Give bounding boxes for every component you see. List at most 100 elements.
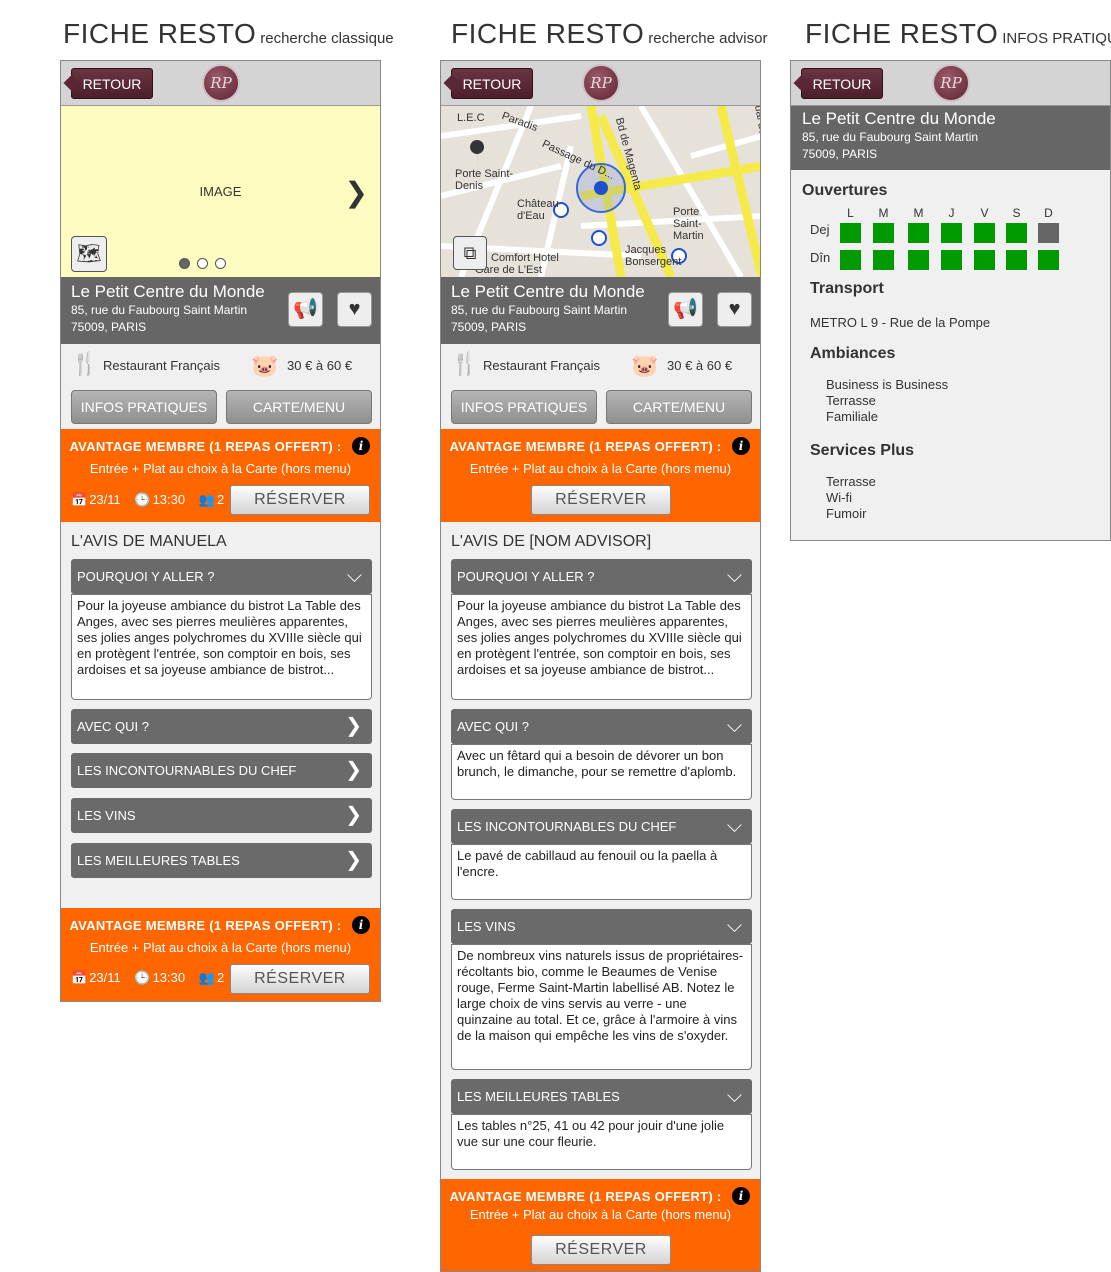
carte-menu-button[interactable]: CARTE/MENU: [606, 390, 752, 424]
booking-date[interactable]: 23/11: [89, 970, 121, 985]
resto-address-street: 85, rue du Faubourg Saint Martin: [71, 303, 248, 317]
accordion-label: POURQUOI Y ALLER ?: [457, 569, 595, 584]
open-day-indicator: [908, 223, 929, 243]
price-range: 30 € à 60 €: [287, 358, 353, 373]
screen-title-infos: FICHE RESTOINFOS PRATIQUES: [805, 18, 1111, 50]
accordion-label: LES INCONTOURNABLES DU CHEF: [457, 819, 677, 834]
reserver-button[interactable]: RÉSERVER: [230, 485, 370, 515]
open-day-indicator: [941, 250, 962, 270]
booking-time[interactable]: 13:30: [153, 492, 186, 507]
accordion-avec-qui[interactable]: AVEC QUI ? ⌵: [451, 709, 752, 744]
info-icon[interactable]: i: [352, 437, 370, 455]
service-item: Terrasse: [826, 474, 876, 489]
day-label: M: [878, 206, 889, 220]
open-day-indicator: [941, 223, 962, 243]
megaphone-icon[interactable]: 📢: [288, 292, 323, 327]
accordion-body: Pour la joyeuse ambiance du bistrot La T…: [71, 594, 372, 700]
booking-time[interactable]: 13:30: [153, 970, 186, 985]
accordion-meilleures-tables[interactable]: LES MEILLEURES TABLES ⌵: [451, 1079, 752, 1114]
resto-header: Le Petit Centre du Monde 85, rue du Faub…: [441, 277, 760, 344]
resto-header: Le Petit Centre du Monde 85, rue du Faub…: [61, 277, 380, 344]
map-view[interactable]: L.E.C Porte Saint-Denis Passage du D... …: [441, 106, 760, 277]
chevron-right-icon: ❯: [345, 849, 362, 871]
info-icon[interactable]: i: [732, 437, 750, 455]
retour-button[interactable]: RETOUR: [801, 68, 883, 99]
chevron-down-icon: ⌵: [726, 565, 742, 587]
infos-pratiques-button[interactable]: INFOS PRATIQUES: [451, 390, 597, 424]
screen-title-advisor: FICHE RESTO recherche advisor: [451, 18, 767, 50]
title-main: FICHE RESTO: [805, 18, 999, 49]
chevron-down-icon: ⌵: [346, 565, 362, 587]
accordion-avec-qui[interactable]: AVEC QUI ? ❯: [71, 709, 372, 744]
resto-address-city: 75009, PARIS: [71, 320, 147, 334]
day-label: S: [1012, 206, 1021, 220]
top-bar: RETOUR RP: [61, 61, 380, 106]
accordion-body: Les tables n°25, 41 ou 42 pour jouir d'u…: [451, 1114, 752, 1170]
reserver-button[interactable]: RÉSERVER: [531, 485, 671, 515]
carousel-dot[interactable]: [179, 258, 190, 269]
day-label: J: [948, 206, 955, 220]
accordion-body: Le pavé de cabillaud au fenouil ou la pa…: [451, 844, 752, 900]
open-day-indicator: [1038, 250, 1059, 270]
clock-icon: 🕒: [134, 492, 151, 507]
avantage-description: Entrée + Plat au choix à la Carte (hors …: [469, 461, 732, 476]
carte-menu-button[interactable]: CARTE/MENU: [226, 390, 372, 424]
accordion-vins[interactable]: LES VINS ❯: [71, 798, 372, 833]
reserver-button[interactable]: RÉSERVER: [230, 964, 370, 994]
section-ouvertures: Ouvertures: [802, 182, 888, 199]
reserver-button[interactable]: RÉSERVER: [531, 1235, 671, 1265]
avantage-membre-block-bottom: AVANTAGE MEMBRE (1 REPAS OFFERT) : i Ent…: [61, 908, 380, 1001]
avantage-title: AVANTAGE MEMBRE (1 REPAS OFFERT) :: [449, 1189, 722, 1204]
avantage-title: AVANTAGE MEMBRE (1 REPAS OFFERT) :: [449, 439, 722, 454]
clock-icon: 🕒: [134, 970, 151, 985]
chevron-right-icon: ❯: [345, 759, 362, 781]
accordion-incontournables[interactable]: LES INCONTOURNABLES DU CHEF ⌵: [451, 809, 752, 844]
retour-button[interactable]: RETOUR: [451, 68, 533, 99]
retour-button[interactable]: RETOUR: [71, 68, 153, 99]
avantage-membre-block-bottom: AVANTAGE MEMBRE (1 REPAS OFFERT) : i Ent…: [441, 1179, 760, 1271]
cutlery-icon: 🍴: [71, 351, 99, 376]
people-icon: 👥: [198, 492, 215, 507]
accordion-label: LES VINS: [77, 808, 136, 823]
map-label: Château d'Eau: [517, 198, 559, 222]
calendar-icon: 📅: [71, 492, 88, 507]
piggy-bank-icon: 🐷: [251, 353, 279, 378]
resto-info-row: 🍴 Restaurant Français 🐷 30 € à 60 €: [441, 344, 760, 389]
avantage-membre-block: AVANTAGE MEMBRE (1 REPAS OFFERT) : i Ent…: [441, 429, 760, 522]
day-label: L: [847, 206, 854, 220]
map-book-icon[interactable]: 🗺: [71, 236, 107, 272]
resto-address-street: 85, rue du Faubourg Saint Martin: [451, 303, 628, 317]
accordion-incontournables[interactable]: LES INCONTOURNABLES DU CHEF ❯: [71, 753, 372, 788]
section-services: Services Plus: [810, 442, 915, 459]
accordion-meilleures-tables[interactable]: LES MEILLEURES TABLES ❯: [71, 843, 372, 878]
info-icon[interactable]: i: [352, 916, 370, 934]
megaphone-icon[interactable]: 📢: [668, 292, 703, 327]
accordion-pourquoi[interactable]: POURQUOI Y ALLER ? ⌵: [71, 559, 372, 594]
booking-details: 📅 23/11 🕒 13:30 👥 2: [71, 970, 234, 986]
accordion-vins[interactable]: LES VINS ⌵: [451, 909, 752, 944]
avantage-title: AVANTAGE MEMBRE (1 REPAS OFFERT) :: [69, 439, 342, 454]
info-icon[interactable]: i: [732, 1187, 750, 1205]
heart-icon[interactable]: ♥: [717, 292, 752, 327]
day-label: D: [1044, 206, 1053, 220]
open-day-indicator: [908, 250, 929, 270]
infos-pratiques-button[interactable]: INFOS PRATIQUES: [71, 390, 217, 424]
booking-people[interactable]: 2: [217, 970, 224, 985]
chevron-right-icon[interactable]: ❯: [345, 176, 368, 209]
open-day-indicator: [873, 223, 894, 243]
ambiance-item: Familiale: [826, 409, 879, 424]
chevron-right-icon: ❯: [345, 804, 362, 826]
rp-logo: RP: [582, 64, 620, 102]
carousel-dot[interactable]: [215, 258, 226, 269]
booking-people[interactable]: 2: [217, 492, 224, 507]
heart-icon[interactable]: ♥: [337, 292, 372, 327]
layers-icon[interactable]: ⧉: [453, 236, 487, 270]
carousel-dot[interactable]: [197, 258, 208, 269]
accordion-pourquoi[interactable]: POURQUOI Y ALLER ? ⌵: [451, 559, 752, 594]
booking-date[interactable]: 23/11: [89, 492, 121, 507]
accordion-body: Pour la joyeuse ambiance du bistrot La T…: [451, 594, 752, 700]
open-day-indicator: [873, 250, 894, 270]
calendar-icon: 📅: [71, 970, 88, 985]
closed-day-indicator: [1038, 223, 1059, 243]
piggy-bank-icon: 🐷: [631, 353, 659, 378]
